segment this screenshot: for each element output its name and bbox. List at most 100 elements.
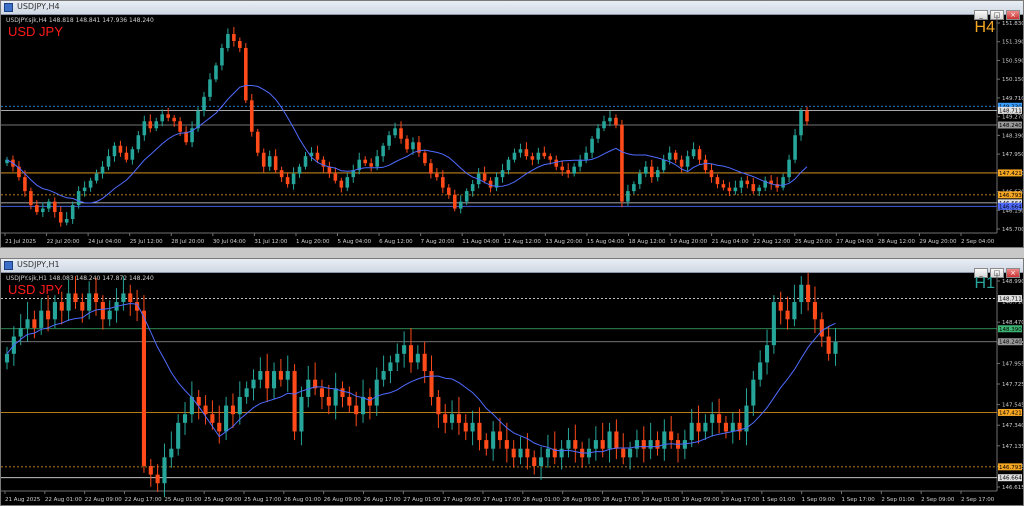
candle-body — [685, 156, 690, 167]
time-tick-label: 7 Aug 20:00 — [421, 239, 455, 245]
candle-body — [429, 371, 434, 397]
time-tick-label: 29 Aug 20:00 — [919, 239, 957, 245]
candle-body — [524, 149, 529, 157]
candle-body — [488, 180, 493, 188]
candle-body — [176, 422, 181, 449]
candle-body — [251, 379, 256, 389]
candle-body — [482, 173, 487, 181]
candle-body — [112, 145, 117, 157]
candle-body — [73, 293, 78, 303]
candle-body — [757, 187, 762, 192]
candle-body — [172, 117, 176, 122]
candle-body — [369, 163, 373, 167]
candle-body — [584, 152, 588, 160]
candle-body — [154, 121, 159, 129]
candle-body — [764, 345, 770, 363]
candle-body — [626, 191, 630, 202]
candle-body — [542, 152, 547, 157]
candle-body — [178, 121, 182, 132]
candle-body — [697, 149, 702, 160]
candle-body — [402, 345, 407, 354]
candlestick-chart-h1[interactable]: 148.990148.710148.470148.265147.955147.7… — [1, 273, 1023, 505]
candle-body — [230, 405, 236, 415]
candle-body — [573, 440, 578, 449]
time-tick-label: 26 Aug 01:00 — [284, 497, 322, 503]
window-titlebar[interactable]: USDJPY,H1 _□× — [1, 259, 1023, 278]
chart-window-h1[interactable]: USDJPY,H1 _□× USDJPY.sjk,H1 148.083 148.… — [0, 258, 1024, 506]
candle-body — [484, 440, 489, 449]
candle-body — [758, 362, 763, 380]
candle-body — [278, 371, 283, 380]
time-tick-label: 28 Aug 01:00 — [523, 497, 561, 503]
candle-body — [136, 135, 141, 150]
candle-body — [66, 293, 71, 311]
candle-body — [548, 156, 553, 160]
candle-body — [792, 302, 797, 320]
candle-body — [405, 138, 409, 150]
candle-body — [799, 284, 804, 303]
candlestick-chart-h4[interactable]: 151.830 151.390 150.590 150.150 149.710 149.2… — [1, 15, 1023, 247]
candle-body — [279, 170, 284, 178]
candle-body — [4, 353, 10, 363]
candle-body — [477, 422, 482, 441]
candle-body — [447, 187, 451, 195]
time-tick-label: 27 Aug 01:00 — [403, 497, 441, 503]
candle-body — [118, 145, 123, 153]
time-tick-label: 2 Sep 09:00 — [921, 497, 955, 503]
candle-body — [826, 336, 831, 354]
candle-body — [452, 194, 457, 209]
candle-body — [559, 448, 564, 458]
time-tick-label: 29 Aug 17:00 — [722, 497, 760, 503]
chart-window-h4[interactable]: USDJPY,H4 _□× USDJPY.sjk,H4 148.818 148.… — [0, 0, 1024, 248]
candle-body — [80, 302, 85, 311]
time-tick-label: 25 Aug 17:00 — [244, 497, 282, 503]
window-titlebar[interactable]: USDJPY,H4 _□× — [1, 1, 1023, 20]
candle-body — [29, 191, 33, 206]
candle-body — [124, 152, 129, 160]
candle-body — [819, 319, 824, 337]
price-level-tag-label: 148.240 — [999, 123, 1022, 129]
candle-body — [649, 166, 654, 178]
price-level-tag-label: 146.664 — [999, 204, 1022, 210]
candle-body — [590, 138, 594, 153]
time-tick-label: 11 Aug 04:00 — [462, 239, 500, 245]
window-title: USDJPY,H4 — [17, 2, 60, 11]
time-tick-label: 18 Aug 12:00 — [628, 239, 666, 245]
time-tick-label: 28 Aug 17:00 — [603, 497, 641, 503]
candle-body — [121, 293, 126, 303]
candle-body — [76, 191, 81, 206]
candle-body — [339, 180, 344, 188]
candle-body — [148, 121, 153, 129]
candle-body — [739, 180, 744, 188]
candle-body — [799, 110, 803, 136]
price-tick-label: 150.590 — [1002, 58, 1023, 64]
candle-body — [23, 177, 27, 192]
candle-body — [436, 396, 441, 415]
candle-body — [621, 448, 626, 458]
time-tick-label: 25 Aug 09:00 — [204, 497, 242, 503]
candle-body — [696, 422, 701, 432]
candle-body — [244, 388, 249, 397]
candle-body — [265, 371, 270, 389]
candle-body — [497, 431, 503, 441]
moving-average-line — [6, 302, 836, 454]
price-tick-label: 147.725 — [1002, 382, 1023, 388]
candle-body — [238, 40, 242, 48]
candle-body — [52, 302, 57, 320]
time-tick-label: 19 Aug 20:00 — [670, 239, 708, 245]
candle-body — [600, 440, 605, 449]
candle-body — [340, 388, 345, 397]
candle-body — [35, 205, 39, 213]
price-tick-label: 151.830 — [1002, 21, 1023, 27]
candle-body — [429, 163, 433, 174]
time-tick-label: 27 Aug 09:00 — [443, 497, 481, 503]
candle-body — [733, 187, 738, 192]
candle-body — [182, 414, 188, 423]
candle-body — [141, 310, 146, 466]
candle-body — [360, 396, 366, 415]
candle-body — [554, 159, 559, 167]
candle-body — [88, 180, 93, 188]
candle-body — [703, 422, 708, 432]
candle-body — [634, 440, 639, 449]
candle-body — [255, 131, 260, 153]
